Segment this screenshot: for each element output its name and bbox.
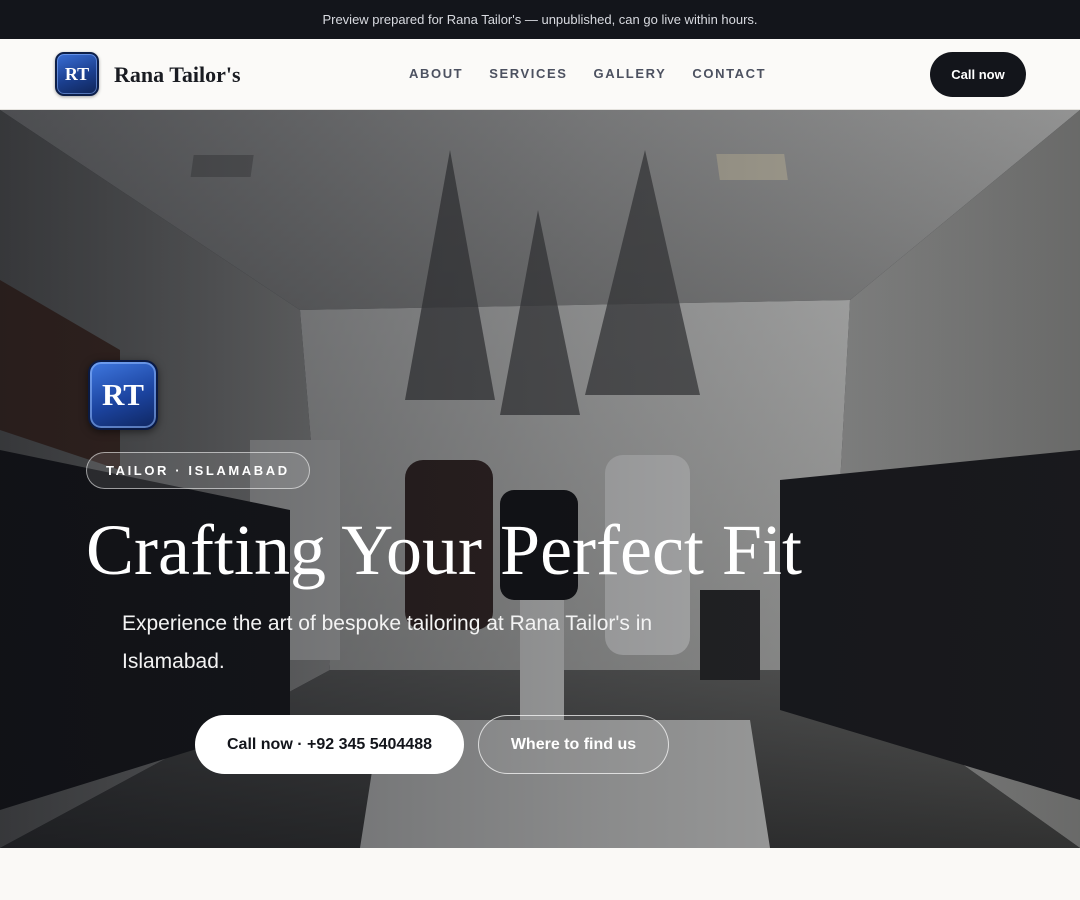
hero-title: Crafting Your Perfect Fit [86,510,802,590]
nav-call-button[interactable]: Call now [930,52,1026,97]
brand-name[interactable]: Rana Tailor's [114,61,241,89]
brand-logo-icon[interactable]: RT [55,52,99,96]
hero-section: RT TAILOR · ISLAMABAD Crafting Your Perf… [0,110,1080,848]
category-badge: TAILOR · ISLAMABAD [86,452,310,489]
nav-link-services[interactable]: SERVICES [476,63,580,85]
preview-banner: Preview prepared for Rana Tailor's — unp… [0,0,1080,39]
find-us-button[interactable]: Where to find us [478,715,669,774]
hero-logo-icon: RT [88,360,158,430]
nav-link-gallery[interactable]: GALLERY [581,63,680,85]
nav-link-contact[interactable]: CONTACT [679,63,779,85]
hero-subtitle: Experience the art of bespoke tailoring … [122,612,653,673]
brand-logo-initials: RT [64,63,90,84]
preview-banner-text: Preview prepared for Rana Tailor's — unp… [322,12,758,27]
call-now-button[interactable]: Call now · +92 345 5404488 [195,715,464,774]
hero-logo-initials: RT [102,377,144,412]
site-header: RT Rana Tailor's ABOUT SERVICES GALLERY … [0,39,1080,110]
main-nav: ABOUT SERVICES GALLERY CONTACT [396,63,779,85]
nav-link-about[interactable]: ABOUT [396,63,476,85]
